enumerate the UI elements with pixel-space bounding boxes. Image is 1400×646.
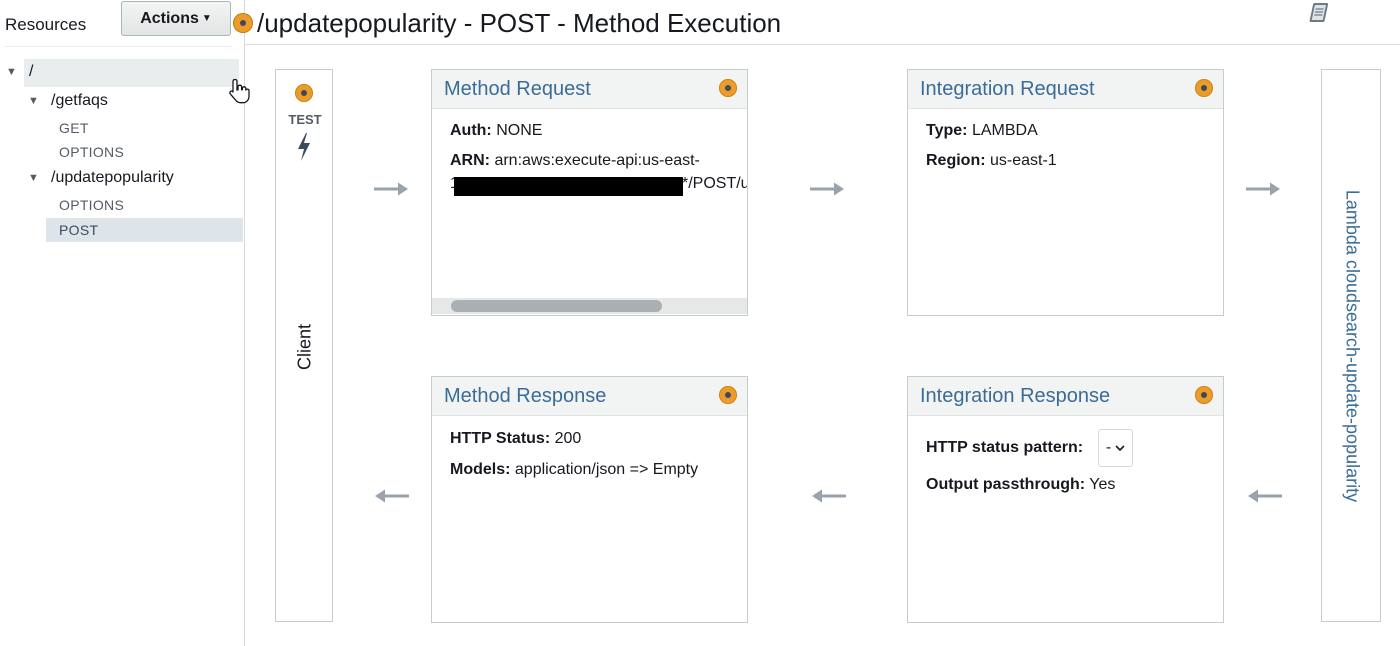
lightning-bolt-icon[interactable] bbox=[295, 132, 313, 162]
resource-status-dot[interactable] bbox=[233, 13, 253, 33]
redaction-bar bbox=[454, 177, 683, 196]
lambda-function-link[interactable]: Lambda cloudsearch-update-popularity bbox=[1342, 190, 1363, 502]
client-box: TEST Client bbox=[275, 69, 333, 622]
models-row: Models: application/json => Empty bbox=[450, 461, 698, 479]
tree-item-selected[interactable]: POST bbox=[46, 218, 243, 242]
type-row: Type: LAMBDA bbox=[926, 122, 1038, 140]
type-key: Type: bbox=[926, 122, 968, 139]
integration-response-header[interactable]: Integration Response bbox=[908, 377, 1223, 416]
region-row: Region: us-east-1 bbox=[926, 152, 1057, 170]
arrow-left-icon bbox=[375, 489, 409, 503]
integration-request-header[interactable]: Integration Request bbox=[908, 70, 1223, 109]
passthrough-key: Output passthrough: bbox=[926, 476, 1086, 493]
models-value: application/json => Empty bbox=[514, 461, 699, 478]
status-pattern-value: - bbox=[1105, 439, 1112, 456]
actions-button[interactable]: Actions ▼ bbox=[121, 1, 231, 36]
expand-triangle-icon[interactable]: ▼ bbox=[6, 66, 17, 78]
type-value: LAMBDA bbox=[971, 122, 1038, 139]
resources-sidebar: Resources Actions ▼ ▼ / ▼ /getfaqs GET O… bbox=[0, 0, 250, 646]
status-pattern-label: HTTP status pattern: bbox=[926, 439, 1083, 457]
divider bbox=[245, 44, 1400, 45]
expand-triangle-icon[interactable]: ▼ bbox=[28, 95, 39, 107]
tree-item-root[interactable]: ▼ / bbox=[0, 59, 250, 104]
arrow-left-icon bbox=[1248, 489, 1282, 503]
arn-suffix: */POST/u bbox=[682, 175, 747, 192]
client-label: Client bbox=[294, 323, 315, 371]
horizontal-scrollbar[interactable] bbox=[432, 298, 747, 314]
tree-method-options[interactable]: OPTIONS bbox=[59, 197, 124, 213]
test-status-dot[interactable] bbox=[295, 84, 313, 102]
integration-request-status-dot[interactable] bbox=[1195, 79, 1213, 97]
tree-item-getfaqs[interactable]: ▼ /getfaqs bbox=[0, 90, 244, 114]
passthrough-row: Output passthrough: Yes bbox=[926, 476, 1115, 494]
http-status-row: HTTP Status: 200 bbox=[450, 430, 581, 448]
expand-triangle-icon[interactable]: ▼ bbox=[28, 172, 39, 184]
method-request-body: Auth: NONE ARN: arn:aws:execute-api:us-e… bbox=[432, 108, 747, 316]
caret-down-icon: ▼ bbox=[201, 13, 212, 24]
arrow-right-icon bbox=[1246, 182, 1280, 196]
status-pattern-key: HTTP status pattern: bbox=[926, 439, 1084, 456]
region-key: Region: bbox=[926, 152, 986, 169]
lambda-box: Lambda cloudsearch-update-popularity bbox=[1321, 69, 1381, 622]
tree-method-options[interactable]: OPTIONS bbox=[59, 144, 124, 160]
arn-row: ARN: arn:aws:execute-api:us-east- bbox=[450, 152, 700, 170]
tree-label-root: / bbox=[29, 63, 34, 80]
passthrough-value: Yes bbox=[1089, 476, 1116, 493]
method-response-status-dot[interactable] bbox=[719, 386, 737, 404]
method-response-panel: Method Response HTTP Status: 200 Models:… bbox=[431, 376, 748, 623]
auth-value: NONE bbox=[496, 122, 543, 139]
method-response-title[interactable]: Method Response bbox=[444, 385, 606, 408]
http-status-key: HTTP Status: bbox=[450, 430, 551, 447]
status-pattern-select[interactable]: - bbox=[1098, 429, 1133, 467]
arn-key: ARN: bbox=[450, 152, 490, 169]
resources-label: Resources bbox=[5, 15, 87, 34]
integration-request-panel: Integration Request Type: LAMBDA Region:… bbox=[907, 69, 1224, 316]
arrow-left-icon bbox=[812, 489, 846, 503]
method-response-header[interactable]: Method Response bbox=[432, 377, 747, 416]
arrow-right-icon bbox=[374, 182, 408, 196]
region-value: us-east-1 bbox=[990, 152, 1057, 169]
auth-key: Auth: bbox=[450, 122, 492, 139]
integration-response-title[interactable]: Integration Response bbox=[920, 385, 1110, 408]
chevron-down-icon bbox=[1115, 444, 1125, 451]
method-request-status-dot[interactable] bbox=[719, 79, 737, 97]
hover-highlight bbox=[24, 59, 239, 87]
method-request-title[interactable]: Method Request bbox=[444, 78, 591, 101]
tree-item-updatepopularity[interactable]: ▼ /updatepopularity bbox=[0, 167, 244, 191]
tree-method-post: POST bbox=[59, 222, 99, 238]
documentation-book-icon[interactable] bbox=[1305, 0, 1333, 28]
integration-request-title[interactable]: Integration Request bbox=[920, 78, 1095, 101]
test-link[interactable]: TEST bbox=[276, 112, 334, 127]
actions-label: Actions bbox=[140, 9, 199, 27]
method-request-panel: Method Request Auth: NONE ARN: arn:aws:e… bbox=[431, 69, 748, 316]
tree-label-getfaqs: /getfaqs bbox=[51, 92, 108, 109]
integration-response-panel: Integration Response HTTP status pattern… bbox=[907, 376, 1224, 623]
page-title: /updatepopularity - POST - Method Execut… bbox=[257, 8, 782, 38]
method-request-header[interactable]: Method Request bbox=[432, 70, 747, 109]
arn-value: arn:aws:execute-api:us-east- bbox=[494, 152, 700, 169]
tree-method-get[interactable]: GET bbox=[59, 120, 89, 136]
tree-label-updatepopularity: /updatepopularity bbox=[51, 169, 174, 186]
integration-response-status-dot[interactable] bbox=[1195, 386, 1213, 404]
divider bbox=[4, 46, 232, 47]
auth-row: Auth: NONE bbox=[450, 122, 542, 140]
scrollbar-thumb[interactable] bbox=[451, 300, 662, 312]
models-key: Models: bbox=[450, 461, 511, 478]
arrow-right-icon bbox=[810, 182, 844, 196]
http-status-value: 200 bbox=[554, 430, 582, 447]
